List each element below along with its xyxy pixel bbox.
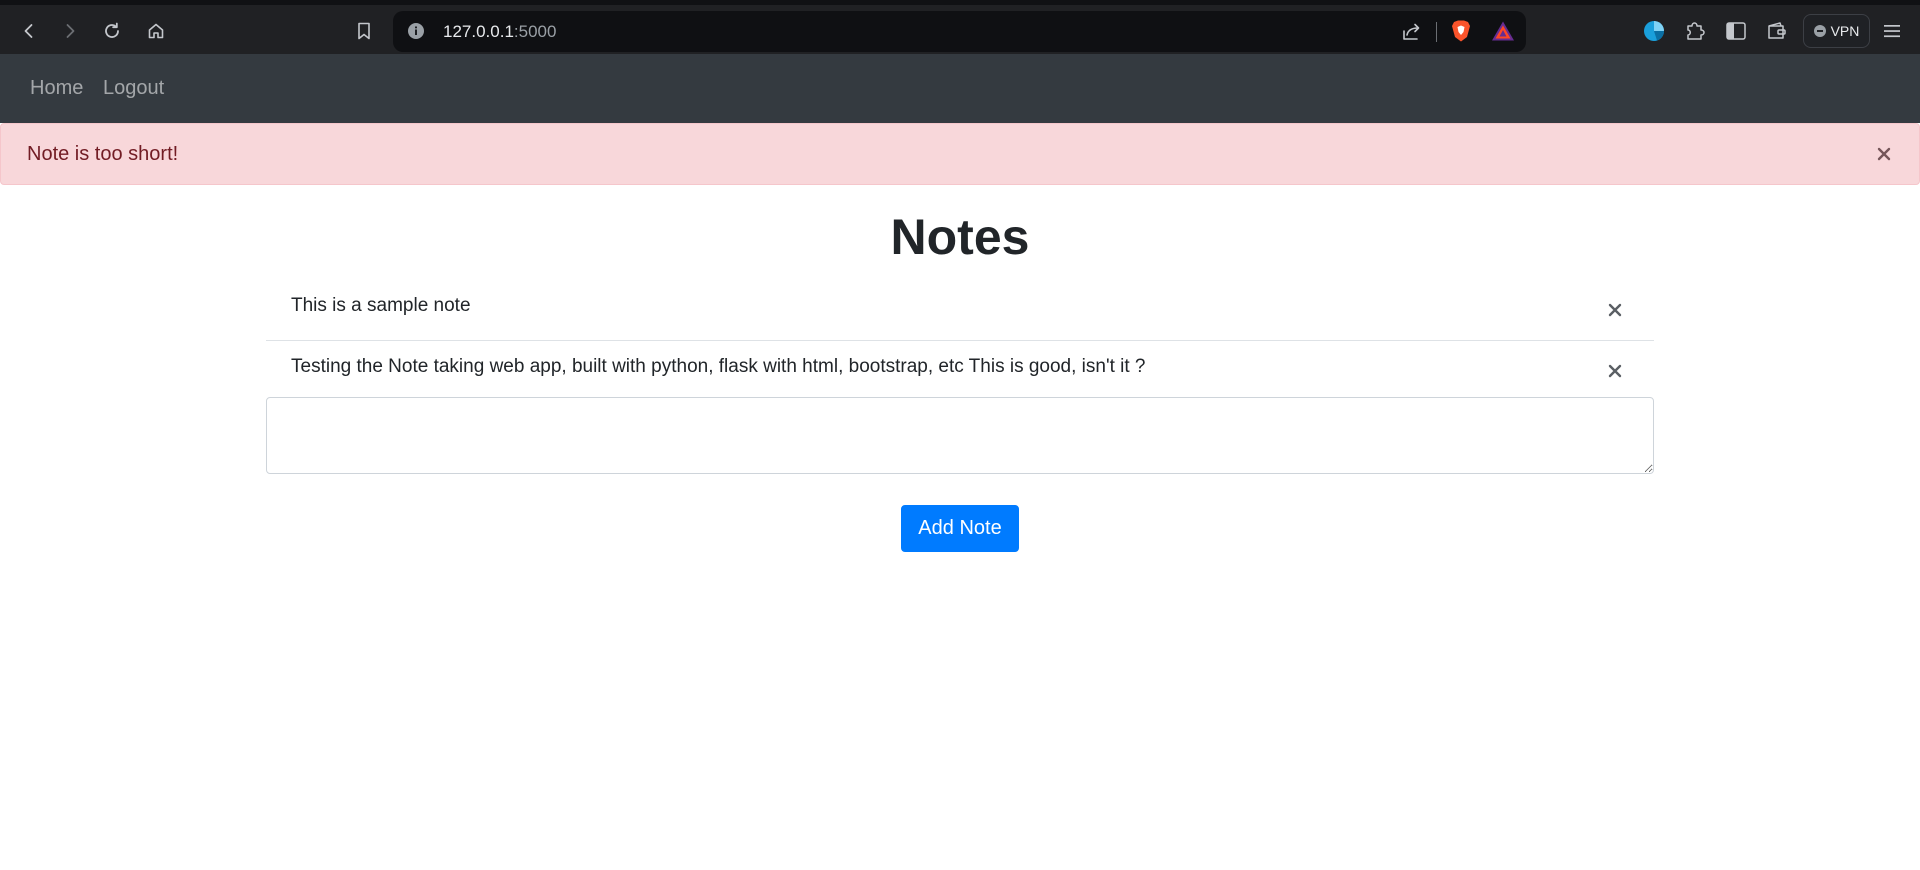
- hamburger-menu-icon[interactable]: [1882, 22, 1902, 45]
- error-alert: Note is too short!: [0, 123, 1920, 185]
- brave-shield-icon[interactable]: [1450, 19, 1472, 48]
- reload-icon: [105, 22, 119, 38]
- delete-note-button[interactable]: [1602, 358, 1628, 384]
- close-icon: [1608, 364, 1622, 378]
- vpn-label: VPN: [1830, 23, 1860, 39]
- add-note-button[interactable]: Add Note: [901, 505, 1019, 552]
- vpn-button[interactable]: VPN: [1803, 14, 1870, 48]
- home-button[interactable]: [140, 15, 172, 47]
- note-item: Testing the Note taking web app, built w…: [266, 341, 1654, 402]
- share-icon[interactable]: [1400, 21, 1422, 48]
- pie-extension-icon[interactable]: [1643, 20, 1665, 47]
- bookmark-icon: [358, 22, 370, 40]
- arrow-right-icon: [66, 24, 75, 38]
- nav-home-link[interactable]: Home: [30, 77, 83, 100]
- forward-button[interactable]: [54, 15, 86, 47]
- back-button[interactable]: [13, 15, 45, 47]
- info-icon[interactable]: [407, 22, 425, 45]
- close-icon: [1608, 303, 1622, 317]
- browser-toolbar: 127.0.0.1:5000 VPN: [0, 0, 1920, 54]
- puzzle-icon[interactable]: [1684, 20, 1706, 47]
- bookmark-button[interactable]: [348, 15, 380, 47]
- page-title: Notes: [890, 209, 1030, 265]
- url-text[interactable]: 127.0.0.1:5000: [443, 22, 556, 42]
- sidebar-icon[interactable]: [1725, 21, 1747, 46]
- wallet-icon[interactable]: [1766, 21, 1788, 46]
- note-item: This is a sample note: [266, 280, 1654, 341]
- home-icon: [148, 23, 164, 39]
- close-icon: [1877, 147, 1891, 161]
- alert-message: Note is too short!: [27, 143, 179, 165]
- note-text: This is a sample note: [291, 295, 471, 316]
- nav-logout-link[interactable]: Logout: [103, 77, 164, 100]
- vpn-status-icon: [1813, 25, 1826, 37]
- address-bar[interactable]: 127.0.0.1:5000: [393, 11, 1526, 52]
- delete-note-button[interactable]: [1602, 297, 1628, 323]
- app-navbar: Home Logout: [0, 54, 1920, 123]
- url-separator: [1436, 22, 1437, 42]
- notes-list: This is a sample note Testing the Note t…: [266, 280, 1654, 402]
- note-text: Testing the Note taking web app, built w…: [291, 356, 1146, 377]
- alert-close-button[interactable]: [1871, 141, 1897, 167]
- note-input-textarea[interactable]: [266, 397, 1654, 474]
- reload-button[interactable]: [96, 15, 128, 47]
- arrow-left-icon: [24, 24, 33, 38]
- url-port: :5000: [513, 22, 557, 41]
- rewards-triangle-icon[interactable]: [1491, 20, 1515, 47]
- url-host: 127.0.0.1: [443, 22, 514, 41]
